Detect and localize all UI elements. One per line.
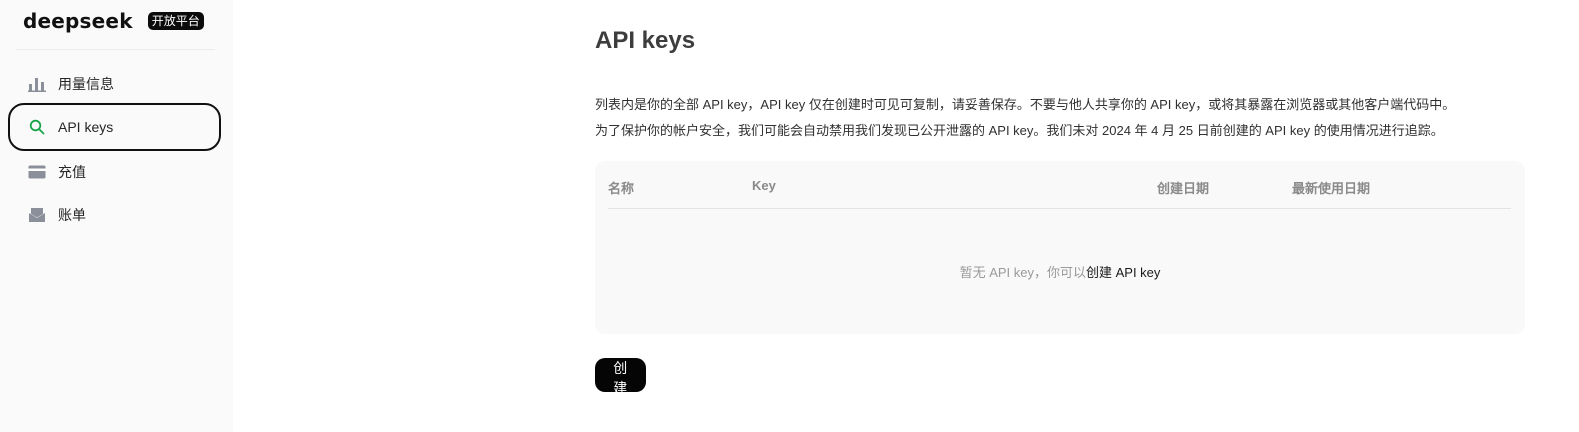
brand-logo[interactable]: deepseek	[23, 8, 133, 34]
create-api-key-button[interactable]: 创建 API key	[595, 358, 646, 430]
credit-card-icon	[28, 163, 46, 181]
column-header-last-used: 最新使用日期	[1292, 181, 1371, 196]
sidebar-item-label: API keys	[58, 119, 114, 135]
sidebar-item-label: 充值	[58, 164, 86, 180]
description-line-2: 为了保护你的帐户安全，我们可能会自动禁用我们发现已公开泄露的 API key。我…	[595, 123, 1444, 138]
bar-chart-icon	[28, 75, 46, 93]
sidebar-item-topup[interactable]: 充值	[8, 148, 221, 196]
table-header-divider	[608, 208, 1511, 209]
column-header-key: Key	[752, 178, 776, 193]
description-line-1: 列表内是你的全部 API key，API key 仅在创建时可见可复制，请妥善保…	[595, 97, 1456, 112]
sidebar-item-label: 用量信息	[58, 76, 114, 92]
inbox-icon	[28, 206, 46, 224]
column-header-created: 创建日期	[1157, 181, 1210, 196]
sidebar: deepseek 开放平台 用量信息 API keys 充值 账单	[0, 0, 233, 432]
column-header-name: 名称	[608, 181, 635, 196]
sidebar-item-billing[interactable]: 账单	[8, 191, 221, 239]
platform-badge: 开放平台	[147, 12, 204, 30]
page-title: API keys	[595, 27, 696, 54]
search-icon	[28, 118, 46, 136]
empty-state-text: 暂无 API key，你可以	[959, 265, 1086, 280]
create-api-key-link[interactable]: 创建 API key	[1086, 265, 1160, 280]
divider	[16, 49, 215, 50]
sidebar-item-api-keys[interactable]: API keys	[8, 103, 221, 151]
brand[interactable]: deepseek 开放平台	[23, 8, 204, 34]
sidebar-item-usage[interactable]: 用量信息	[8, 60, 221, 108]
sidebar-item-label: 账单	[58, 207, 86, 223]
empty-state: 暂无 API key，你可以创建 API key	[595, 262, 1525, 281]
api-keys-table: 名称 Key 创建日期 最新使用日期 暂无 API key，你可以创建 API …	[595, 161, 1525, 334]
